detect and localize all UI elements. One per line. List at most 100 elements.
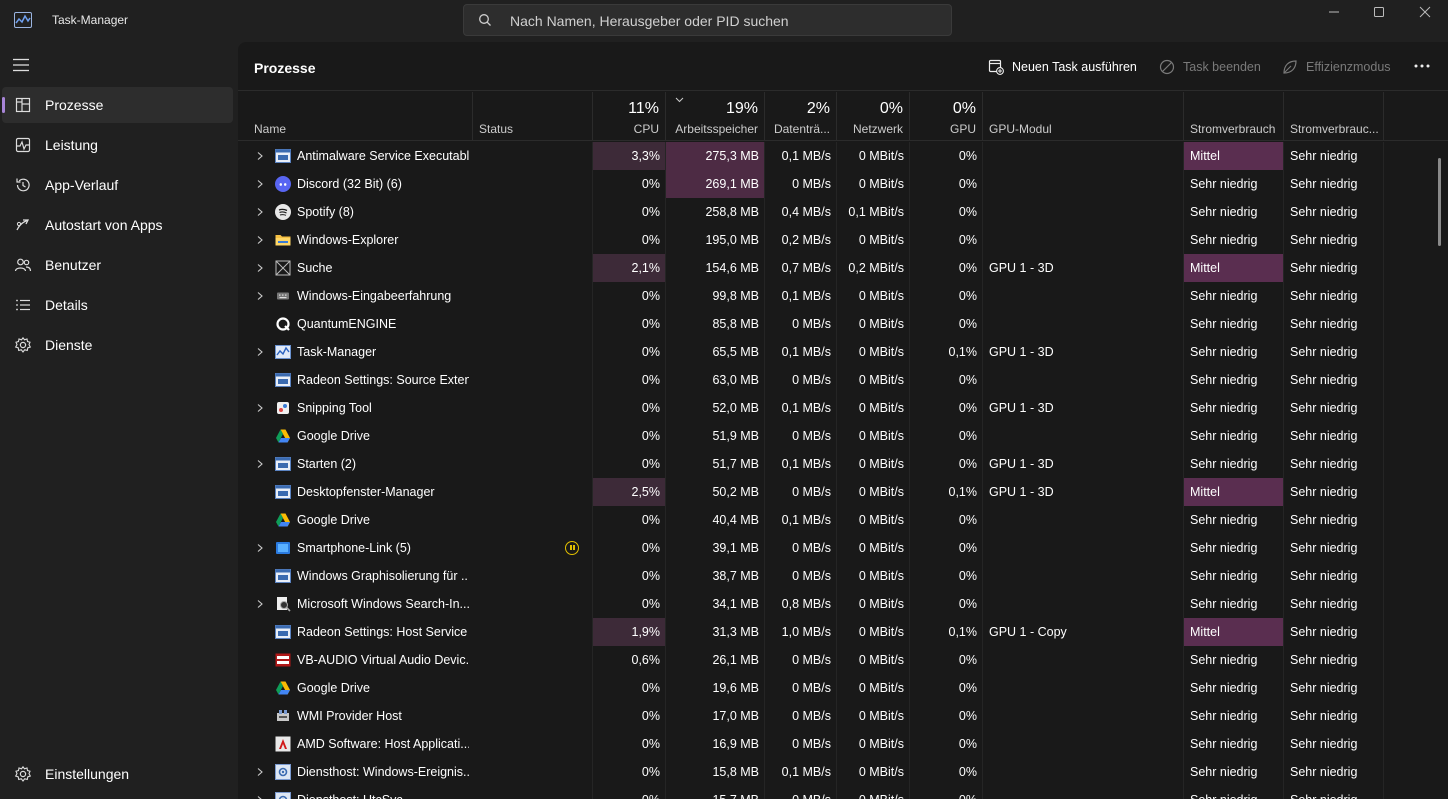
sidebar-item-benutzer[interactable]: Benutzer bbox=[2, 247, 233, 283]
process-name: Google Drive bbox=[297, 513, 370, 527]
network-cell: 0 MBit/s bbox=[858, 373, 904, 387]
table-row[interactable]: AMD Software: Host Applicati... 0% 16,9 MB… bbox=[238, 730, 1448, 758]
gpu-engine-cell bbox=[983, 702, 1184, 730]
network-cell: 0 MBit/s bbox=[858, 709, 904, 723]
chevron-right-icon[interactable] bbox=[255, 767, 265, 777]
sidebar-item-autostart[interactable]: Autostart von Apps bbox=[2, 207, 233, 243]
table-row[interactable]: Windows-Explorer 0% 195,0 MB 0,2 MB/s 0 MBit… bbox=[238, 226, 1448, 254]
power-cell: Mittel bbox=[1184, 478, 1284, 506]
process-name: Microsoft Windows Search-In... bbox=[297, 597, 469, 611]
table-row[interactable]: VB-AUDIO Virtual Audio Devic... 0,6% 26,1 … bbox=[238, 646, 1448, 674]
sidebar-item-prozesse[interactable]: Prozesse bbox=[2, 87, 233, 123]
network-cell: 0 MBit/s bbox=[858, 485, 904, 499]
close-button[interactable] bbox=[1402, 0, 1448, 24]
chevron-right-icon[interactable] bbox=[255, 599, 265, 609]
disk-cell: 0 MB/s bbox=[765, 786, 837, 799]
gear-icon bbox=[14, 765, 32, 782]
window-icon bbox=[275, 456, 291, 472]
table-row[interactable]: Windows Graphisolierung für ... 0% 38,7 MB… bbox=[238, 562, 1448, 590]
chevron-right-icon[interactable] bbox=[255, 347, 265, 357]
maximize-button[interactable] bbox=[1356, 0, 1402, 24]
table-row[interactable]: Snipping Tool 0% 52,0 MB 0,1 MB/s 0 MBit/s 0%… bbox=[238, 394, 1448, 422]
minimize-button[interactable] bbox=[1311, 0, 1357, 24]
run-new-task-button[interactable]: Neuen Task ausführen bbox=[988, 57, 1137, 77]
column-header-disk[interactable]: 2% Datenträ... bbox=[765, 92, 837, 141]
power-cell: Sehr niedrig bbox=[1190, 765, 1258, 779]
power-cell: Sehr niedrig bbox=[1190, 597, 1258, 611]
column-header-gpu-engine[interactable]: GPU-Modul bbox=[983, 92, 1184, 141]
disk-cell: 0,7 MB/s bbox=[781, 261, 831, 275]
chevron-right-icon[interactable] bbox=[255, 459, 265, 469]
column-header-name[interactable]: Name bbox=[238, 92, 473, 141]
column-divider bbox=[1283, 142, 1284, 799]
gpu-cell: 0% bbox=[958, 457, 977, 471]
table-row[interactable]: Starten (2) 0% 51,7 MB 0,1 MB/s 0 MBit/s 0% GP… bbox=[238, 450, 1448, 478]
search-input[interactable]: Nach Namen, Herausgeber oder PID suchen bbox=[510, 13, 789, 29]
more-options-icon[interactable] bbox=[1412, 56, 1432, 76]
chevron-right-icon[interactable] bbox=[255, 543, 265, 553]
sidebar-item-label: App-Verlauf bbox=[45, 177, 119, 193]
chevron-right-icon[interactable] bbox=[255, 263, 265, 273]
sidebar-item-einstellungen[interactable]: Einstellungen bbox=[2, 756, 233, 792]
sidebar-item-details[interactable]: Details bbox=[2, 287, 233, 323]
table-row[interactable]: Diensthost: Windows-Ereignis... 0% 15,8 MB… bbox=[238, 758, 1448, 786]
column-header-status[interactable]: Status bbox=[473, 92, 593, 141]
cpu-cell: 0% bbox=[593, 786, 666, 799]
gear-icon bbox=[275, 792, 291, 799]
sidebar: Prozesse Leistung App-Verlauf Autostart … bbox=[0, 42, 238, 799]
chevron-right-icon[interactable] bbox=[255, 179, 265, 189]
column-divider bbox=[1383, 142, 1384, 799]
column-header-network[interactable]: 0% Netzwerk bbox=[837, 92, 910, 141]
process-name: Windows-Eingabeerfahrung bbox=[297, 289, 452, 303]
chevron-right-icon[interactable] bbox=[255, 207, 265, 217]
sidebar-item-dienste[interactable]: Dienste bbox=[2, 327, 233, 363]
table-row[interactable]: Microsoft Windows Search-In... 0% 34,1 MB 0… bbox=[238, 590, 1448, 618]
table-row[interactable]: Google Drive 0% 40,4 MB 0,1 MB/s 0 MBit/s 0% S… bbox=[238, 506, 1448, 534]
column-header-memory[interactable]: 19% Arbeitsspeicher bbox=[666, 92, 765, 141]
table-row[interactable]: Radeon Settings: Source Exten... 0% 63,0 M… bbox=[238, 366, 1448, 394]
end-task-button[interactable]: Task beenden bbox=[1159, 57, 1261, 77]
table-row[interactable]: Google Drive 0% 19,6 MB 0 MB/s 0 MBit/s 0% Seh… bbox=[238, 674, 1448, 702]
table-row[interactable]: Windows-Eingabeerfahrung 0% 99,8 MB 0,1 MB/… bbox=[238, 282, 1448, 310]
column-header-gpu[interactable]: 0% GPU bbox=[910, 92, 983, 141]
hamburger-menu-icon[interactable] bbox=[12, 58, 30, 72]
chevron-right-icon[interactable] bbox=[255, 291, 265, 301]
sidebar-item-app-verlauf[interactable]: App-Verlauf bbox=[2, 167, 233, 203]
chevron-right-icon[interactable] bbox=[255, 235, 265, 245]
table-row[interactable]: Task-Manager 0% 65,5 MB 0,1 MB/s 0 MBit/s 0,1… bbox=[238, 338, 1448, 366]
table-row[interactable]: Spotify (8) 0% 258,8 MB 0,4 MB/s 0,1 MBit/s 0… bbox=[238, 198, 1448, 226]
gpu-engine-cell bbox=[983, 310, 1184, 338]
table-row[interactable]: Antimalware Service Executable 3,3% 275,3 … bbox=[238, 142, 1448, 170]
table-row[interactable]: Smartphone-Link (5) 0% 39,1 MB 0 MB/s 0 MBit… bbox=[238, 534, 1448, 562]
gpu-cell: 0% bbox=[958, 429, 977, 443]
table-row[interactable]: Desktopfenster-Manager 2,5% 50,2 MB 0 MB/s 0… bbox=[238, 478, 1448, 506]
table-row[interactable]: Diensthost: UtcSvc0%15,7 MB0 MB/s0 MBit/… bbox=[238, 786, 1448, 799]
gpu-engine-cell bbox=[983, 142, 1184, 170]
chevron-right-icon[interactable] bbox=[255, 795, 265, 799]
table-row[interactable]: QuantumENGINE 0% 85,8 MB 0 MB/s 0 MBit/s 0% Se… bbox=[238, 310, 1448, 338]
table-row[interactable]: Discord (32 Bit) (6) 0% 269,1 MB 0 MB/s 0 MB… bbox=[238, 170, 1448, 198]
sidebar-item-leistung[interactable]: Leistung bbox=[2, 127, 233, 163]
search-box[interactable]: Nach Namen, Herausgeber oder PID suchen bbox=[463, 4, 952, 36]
column-percent: 0% bbox=[879, 100, 903, 117]
efficiency-mode-button[interactable]: Effizienzmodus bbox=[1282, 57, 1391, 77]
column-header-power-trend[interactable]: Stromverbrauc... bbox=[1284, 92, 1384, 141]
chevron-right-icon[interactable] bbox=[255, 403, 265, 413]
network-cell: 0 MBit/s bbox=[858, 317, 904, 331]
chevron-right-icon[interactable] bbox=[255, 151, 265, 161]
search-app-icon bbox=[275, 260, 291, 276]
block-icon bbox=[1159, 59, 1175, 75]
table-row[interactable]: Radeon Settings: Host Service 1,9% 31,3 MB… bbox=[238, 618, 1448, 646]
vertical-scrollbar[interactable] bbox=[1438, 158, 1441, 246]
column-header-cpu[interactable]: 11% CPU bbox=[593, 92, 666, 141]
spotify-icon bbox=[275, 204, 291, 220]
cpu-cell: 0% bbox=[641, 233, 660, 247]
table-row[interactable]: Google Drive 0% 51,9 MB 0 MB/s 0 MBit/s 0% Seh… bbox=[238, 422, 1448, 450]
cpu-cell: 0% bbox=[641, 569, 660, 583]
memory-cell: 38,7 MB bbox=[712, 569, 759, 583]
column-header-power[interactable]: Stromverbrauch bbox=[1184, 92, 1284, 141]
table-row[interactable]: Suche 2,1% 154,6 MB 0,7 MB/s 0,2 MBit/s 0% GPU… bbox=[238, 254, 1448, 282]
discord-icon bbox=[275, 176, 291, 192]
power-cell: Sehr niedrig bbox=[1184, 786, 1284, 799]
table-row[interactable]: WMI Provider Host 0% 17,0 MB 0 MB/s 0 MBit/s… bbox=[238, 702, 1448, 730]
